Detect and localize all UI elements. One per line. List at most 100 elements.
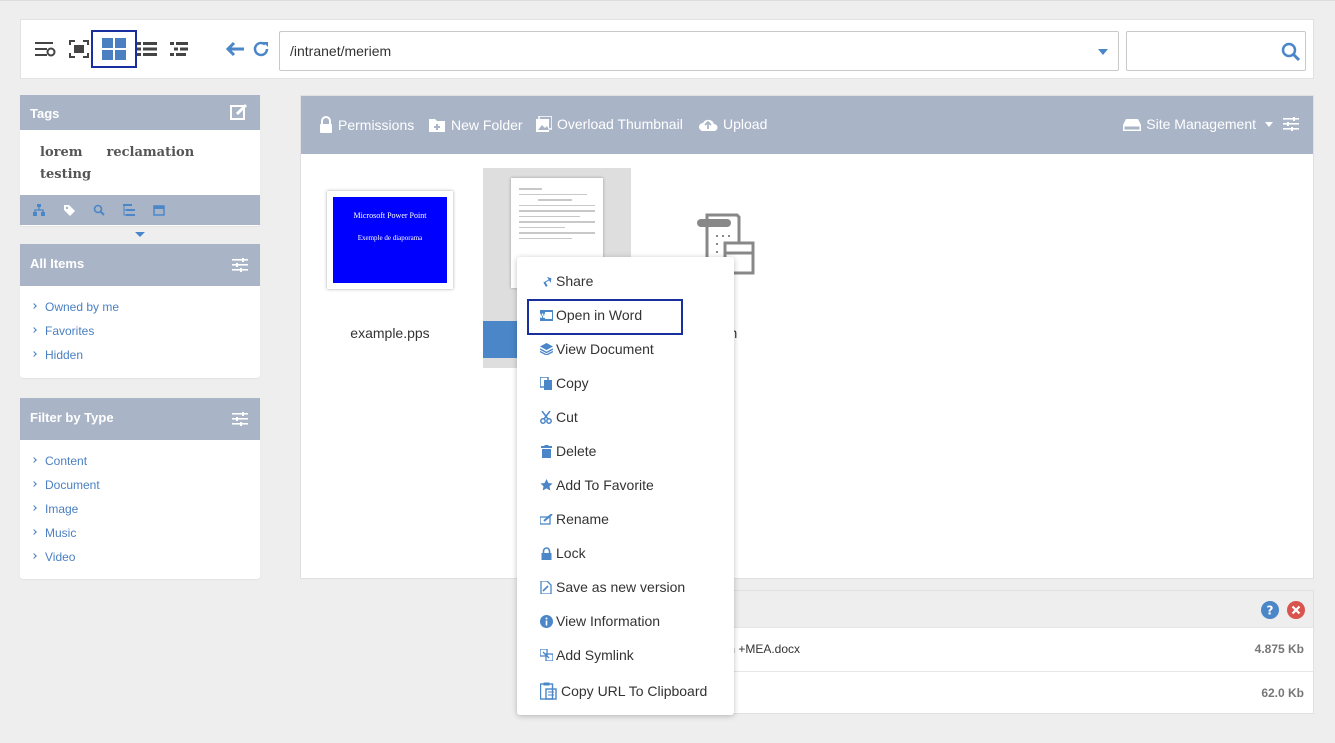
overload-thumbnail-button[interactable]: Overload Thumbnail: [536, 116, 683, 132]
upload-file-size: 62.0 Kb: [1261, 686, 1304, 700]
pps-preview-title: Microsoft Power Point: [353, 211, 427, 220]
filter-type-header: Filter by Type: [20, 398, 260, 440]
filter-hidden[interactable]: Hidden: [32, 348, 260, 372]
filter-type-panel: Filter by Type Content Document Image Mu…: [20, 398, 260, 579]
tree-view-button[interactable]: [165, 32, 195, 66]
site-management-area: Site Management: [1123, 116, 1299, 132]
menu-lock[interactable]: Lock: [517, 536, 734, 570]
refresh-button[interactable]: [246, 32, 276, 66]
search-icon[interactable]: [1281, 42, 1301, 62]
svg-text:?: ?: [1267, 604, 1274, 618]
view-options-button[interactable]: [30, 32, 60, 66]
top-toolbar: /intranet/meriem: [20, 19, 1314, 79]
menu-delete[interactable]: Delete: [517, 434, 734, 468]
search-input[interactable]: [1126, 31, 1306, 71]
upload-button[interactable]: Upload: [698, 116, 767, 132]
settings-sliders-icon[interactable]: [1283, 117, 1299, 131]
upload-file-size: 4.875 Kb: [1254, 642, 1304, 656]
menu-share[interactable]: Share: [517, 264, 734, 298]
menu-add-symlink[interactable]: Add Symlink: [517, 638, 734, 672]
menu-cut[interactable]: Cut: [517, 400, 734, 434]
tag-item[interactable]: reclamation: [107, 142, 195, 164]
new-folder-icon: [429, 119, 445, 132]
filter-sliders-icon[interactable]: [232, 412, 248, 426]
new-folder-button[interactable]: New Folder: [428, 116, 523, 133]
path-value: /intranet/meriem: [290, 43, 392, 59]
calendar-icon[interactable]: [150, 201, 168, 219]
share-icon: [539, 274, 553, 288]
filter-type-title: Filter by Type: [30, 410, 114, 425]
permissions-button[interactable]: Permissions: [319, 116, 414, 133]
file-actions-bar: Permissions New Folder Overload Thumbnai…: [301, 96, 1313, 154]
tags-panel-title: Tags: [30, 106, 60, 121]
layers-icon: [539, 342, 553, 356]
image-icon: [536, 116, 552, 132]
symlink-icon: [539, 648, 553, 662]
grid-icon: [102, 38, 126, 60]
file-name[interactable]: example.pps: [327, 325, 453, 341]
cloud-upload-icon: [699, 119, 718, 131]
menu-copy[interactable]: Copy: [517, 366, 734, 400]
menu-add-to-favorite[interactable]: Add To Favorite: [517, 468, 734, 502]
lock-icon: [539, 546, 553, 560]
list-view-button[interactable]: [132, 32, 162, 66]
menu-view-information[interactable]: View Information: [517, 604, 734, 638]
filter-document[interactable]: Document: [32, 478, 260, 502]
star-icon: [539, 478, 553, 492]
trash-icon: [539, 444, 553, 458]
help-icon[interactable]: ?: [1261, 601, 1279, 619]
all-items-list: Owned by me Favorites Hidden: [20, 286, 260, 372]
file-browser: Permissions New Folder Overload Thumbnai…: [300, 95, 1314, 579]
tag-icon[interactable]: [60, 201, 78, 219]
path-input[interactable]: /intranet/meriem: [279, 31, 1119, 71]
filter-video[interactable]: Video: [32, 550, 260, 574]
menu-save-new-version[interactable]: Save as new version: [517, 570, 734, 604]
edit-icon[interactable]: [230, 103, 248, 121]
tags-toolbar: [20, 195, 260, 225]
tags-collapse-icon[interactable]: [135, 232, 145, 237]
fullscreen-button[interactable]: [64, 32, 94, 66]
clipboard-icon: [539, 682, 557, 700]
overload-thumbnail-label: Overload Thumbnail: [557, 116, 683, 132]
indent-list-icon: [170, 42, 188, 56]
upload-status-header: ed ?: [701, 591, 1313, 627]
filter-image[interactable]: Image: [32, 502, 260, 526]
pps-preview: Microsoft Power Point Exemple de diapora…: [333, 197, 447, 283]
tag-item[interactable]: lorem: [40, 142, 83, 164]
tags-panel-header: Tags: [20, 95, 260, 130]
pps-preview-subtitle: Exemple de diaporama: [357, 234, 423, 242]
path-dropdown-icon[interactable]: [1098, 49, 1108, 55]
hdd-icon: [1123, 118, 1142, 131]
menu-copy-url[interactable]: Copy URL To Clipboard: [517, 672, 734, 710]
refresh-icon: [253, 41, 269, 57]
site-management-dropdown[interactable]: Site Management: [1123, 116, 1273, 132]
grid-view-button[interactable]: [91, 30, 137, 68]
filter-music[interactable]: Music: [32, 526, 260, 550]
filter-favorites[interactable]: Favorites: [32, 324, 260, 348]
menu-open-in-word[interactable]: W Open in Word: [517, 298, 734, 335]
upload-status-actions: ?: [1261, 601, 1305, 619]
list-icon: [137, 42, 157, 56]
caret-down-icon: [1265, 121, 1273, 127]
filter-content[interactable]: Content: [32, 454, 260, 478]
upload-row: rm +MEA.docx 4.875 Kb: [701, 627, 1313, 671]
filter-sliders-icon[interactable]: [232, 258, 248, 272]
upload-label: Upload: [723, 116, 768, 132]
sitemap-icon[interactable]: [30, 201, 48, 219]
filter-owned-by-me[interactable]: Owned by me: [32, 300, 260, 324]
upload-status-panel: ed ? rm +MEA.docx 4.875 Kb ps 62.0 Kb: [700, 590, 1314, 714]
upload-row: ps 62.0 Kb: [701, 671, 1313, 715]
svg-text:W: W: [540, 313, 546, 320]
tags-panel: Tags lorem reclamation testing: [20, 95, 260, 237]
file-thumbnail-pps[interactable]: Microsoft Power Point Exemple de diapora…: [327, 191, 453, 289]
menu-rename[interactable]: Rename: [517, 502, 734, 536]
menu-view-document[interactable]: View Document: [517, 332, 734, 366]
tree-icon[interactable]: [120, 201, 138, 219]
close-icon[interactable]: [1287, 601, 1305, 619]
search-tags-icon[interactable]: [90, 201, 108, 219]
arrow-left-icon: [225, 41, 244, 57]
all-items-title: All Items: [30, 256, 85, 271]
all-items-panel: All Items Owned by me Favorites Hidden: [20, 244, 260, 378]
scissors-icon: [539, 410, 553, 424]
tag-item[interactable]: testing: [40, 164, 91, 186]
